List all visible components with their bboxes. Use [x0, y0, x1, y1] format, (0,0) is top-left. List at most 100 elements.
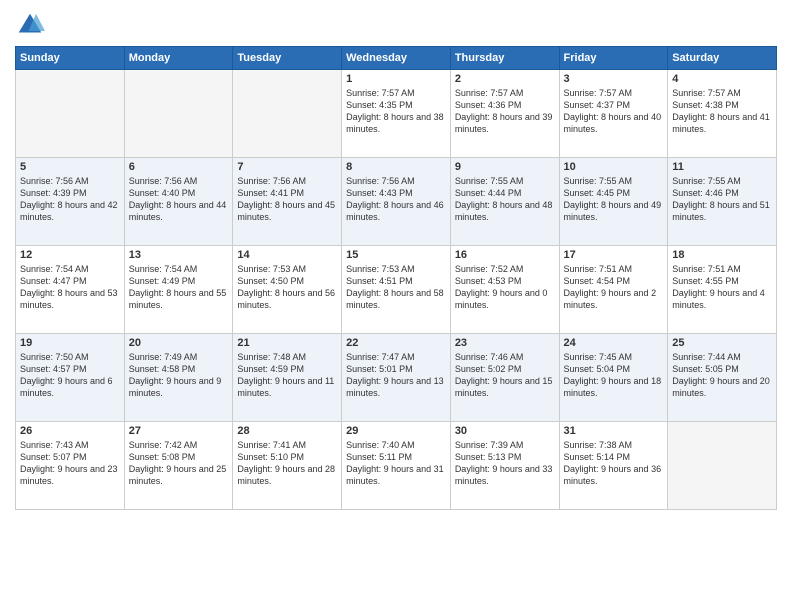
day-number: 23	[455, 337, 555, 349]
day-number: 1	[346, 73, 446, 85]
calendar-cell: 3 Sunrise: 7:57 AM Sunset: 4:37 PM Daylig…	[559, 70, 668, 158]
day-info: Sunrise: 7:39 AM Sunset: 5:13 PM Dayligh…	[455, 439, 555, 488]
day-info: Sunrise: 7:54 AM Sunset: 4:49 PM Dayligh…	[129, 263, 229, 312]
day-number: 27	[129, 425, 229, 437]
day-number: 15	[346, 249, 446, 261]
day-number: 5	[20, 161, 120, 173]
calendar-cell: 28Sunrise: 7:41 AM Sunset: 5:10 PM Dayli…	[233, 422, 342, 510]
calendar-header-wednesday: Wednesday	[342, 47, 451, 70]
calendar-header-friday: Friday	[559, 47, 668, 70]
day-info: Sunrise: 7:48 AM Sunset: 4:59 PM Dayligh…	[237, 351, 337, 400]
calendar-cell: 24 Sunrise: 7:45 AM Sunset: 5:04 PM Dayli…	[559, 334, 668, 422]
logo	[15, 10, 49, 40]
day-number: 24	[564, 337, 664, 349]
day-info: Sunrise: 7:40 AM Sunset: 5:11 PM Dayligh…	[346, 439, 446, 488]
day-number: 16	[455, 249, 555, 261]
calendar-header-monday: Monday	[124, 47, 233, 70]
calendar-week-row: 5 Sunrise: 7:56 AM Sunset: 4:39 PM Daylig…	[16, 158, 777, 246]
calendar-header-tuesday: Tuesday	[233, 47, 342, 70]
calendar-cell: 10Sunrise: 7:55 AM Sunset: 4:45 PM Dayli…	[559, 158, 668, 246]
calendar-week-row: 19 Sunrise: 7:50 AM Sunset: 4:57 PM Dayli…	[16, 334, 777, 422]
day-number: 14	[237, 249, 337, 261]
calendar-cell	[16, 70, 125, 158]
day-info: Sunrise: 7:56 AM Sunset: 4:41 PM Dayligh…	[237, 175, 337, 224]
calendar-cell: 11Sunrise: 7:55 AM Sunset: 4:46 PM Dayli…	[668, 158, 777, 246]
calendar-cell	[233, 70, 342, 158]
calendar-cell: 1 Sunrise: 7:57 AM Sunset: 4:35 PM Daylig…	[342, 70, 451, 158]
calendar-cell: 25Sunrise: 7:44 AM Sunset: 5:05 PM Dayli…	[668, 334, 777, 422]
calendar-cell: 20Sunrise: 7:49 AM Sunset: 4:58 PM Dayli…	[124, 334, 233, 422]
calendar-cell: 14 Sunrise: 7:53 AM Sunset: 4:50 PM Dayli…	[233, 246, 342, 334]
day-info: Sunrise: 7:55 AM Sunset: 4:44 PM Dayligh…	[455, 175, 555, 224]
calendar-cell: 5 Sunrise: 7:56 AM Sunset: 4:39 PM Daylig…	[16, 158, 125, 246]
calendar-cell: 26 Sunrise: 7:43 AM Sunset: 5:07 PM Dayli…	[16, 422, 125, 510]
day-info: Sunrise: 7:45 AM Sunset: 5:04 PM Dayligh…	[564, 351, 664, 400]
calendar-cell: 16 Sunrise: 7:52 AM Sunset: 4:53 PM Dayli…	[450, 246, 559, 334]
calendar-cell: 13 Sunrise: 7:54 AM Sunset: 4:49 PM Dayli…	[124, 246, 233, 334]
calendar-cell: 21 Sunrise: 7:48 AM Sunset: 4:59 PM Dayli…	[233, 334, 342, 422]
calendar-cell: 2Sunrise: 7:57 AM Sunset: 4:36 PM Daylig…	[450, 70, 559, 158]
day-info: Sunrise: 7:53 AM Sunset: 4:51 PM Dayligh…	[346, 263, 446, 312]
day-info: Sunrise: 7:57 AM Sunset: 4:35 PM Dayligh…	[346, 87, 446, 136]
calendar-cell: 30 Sunrise: 7:39 AM Sunset: 5:13 PM Dayli…	[450, 422, 559, 510]
day-info: Sunrise: 7:56 AM Sunset: 4:39 PM Dayligh…	[20, 175, 120, 224]
calendar-cell: 4 Sunrise: 7:57 AM Sunset: 4:38 PM Daylig…	[668, 70, 777, 158]
day-number: 12	[20, 249, 120, 261]
calendar-cell: 29Sunrise: 7:40 AM Sunset: 5:11 PM Dayli…	[342, 422, 451, 510]
logo-icon	[15, 10, 45, 40]
day-number: 19	[20, 337, 120, 349]
day-info: Sunrise: 7:53 AM Sunset: 4:50 PM Dayligh…	[237, 263, 337, 312]
day-info: Sunrise: 7:41 AM Sunset: 5:10 PM Dayligh…	[237, 439, 337, 488]
day-number: 3	[564, 73, 664, 85]
calendar-week-row: 26 Sunrise: 7:43 AM Sunset: 5:07 PM Dayli…	[16, 422, 777, 510]
calendar-cell: 9 Sunrise: 7:55 AM Sunset: 4:44 PM Daylig…	[450, 158, 559, 246]
calendar-cell: 18 Sunrise: 7:51 AM Sunset: 4:55 PM Dayli…	[668, 246, 777, 334]
calendar-cell: 6Sunrise: 7:56 AM Sunset: 4:40 PM Daylig…	[124, 158, 233, 246]
calendar-cell: 31 Sunrise: 7:38 AM Sunset: 5:14 PM Dayli…	[559, 422, 668, 510]
day-number: 20	[129, 337, 229, 349]
day-number: 18	[672, 249, 772, 261]
day-info: Sunrise: 7:54 AM Sunset: 4:47 PM Dayligh…	[20, 263, 120, 312]
day-number: 8	[346, 161, 446, 173]
day-info: Sunrise: 7:50 AM Sunset: 4:57 PM Dayligh…	[20, 351, 120, 400]
calendar-table: SundayMondayTuesdayWednesdayThursdayFrid…	[15, 46, 777, 510]
day-number: 13	[129, 249, 229, 261]
calendar-header-thursday: Thursday	[450, 47, 559, 70]
day-info: Sunrise: 7:38 AM Sunset: 5:14 PM Dayligh…	[564, 439, 664, 488]
day-number: 26	[20, 425, 120, 437]
day-info: Sunrise: 7:51 AM Sunset: 4:54 PM Dayligh…	[564, 263, 664, 312]
page: SundayMondayTuesdayWednesdayThursdayFrid…	[0, 0, 792, 520]
day-number: 31	[564, 425, 664, 437]
day-info: Sunrise: 7:57 AM Sunset: 4:38 PM Dayligh…	[672, 87, 772, 136]
day-number: 4	[672, 73, 772, 85]
calendar-cell: 22Sunrise: 7:47 AM Sunset: 5:01 PM Dayli…	[342, 334, 451, 422]
day-number: 25	[672, 337, 772, 349]
calendar-week-row: 12 Sunrise: 7:54 AM Sunset: 4:47 PM Dayli…	[16, 246, 777, 334]
calendar-cell: 12 Sunrise: 7:54 AM Sunset: 4:47 PM Dayli…	[16, 246, 125, 334]
day-number: 30	[455, 425, 555, 437]
day-info: Sunrise: 7:52 AM Sunset: 4:53 PM Dayligh…	[455, 263, 555, 312]
day-info: Sunrise: 7:46 AM Sunset: 5:02 PM Dayligh…	[455, 351, 555, 400]
header	[15, 10, 777, 40]
day-info: Sunrise: 7:43 AM Sunset: 5:07 PM Dayligh…	[20, 439, 120, 488]
day-info: Sunrise: 7:56 AM Sunset: 4:43 PM Dayligh…	[346, 175, 446, 224]
calendar-cell: 27 Sunrise: 7:42 AM Sunset: 5:08 PM Dayli…	[124, 422, 233, 510]
day-number: 9	[455, 161, 555, 173]
calendar-cell: 7 Sunrise: 7:56 AM Sunset: 4:41 PM Daylig…	[233, 158, 342, 246]
day-number: 7	[237, 161, 337, 173]
calendar-cell: 17 Sunrise: 7:51 AM Sunset: 4:54 PM Dayli…	[559, 246, 668, 334]
day-info: Sunrise: 7:55 AM Sunset: 4:45 PM Dayligh…	[564, 175, 664, 224]
calendar-week-row: 1 Sunrise: 7:57 AM Sunset: 4:35 PM Daylig…	[16, 70, 777, 158]
day-number: 2	[455, 73, 555, 85]
day-number: 11	[672, 161, 772, 173]
calendar-cell	[668, 422, 777, 510]
calendar-cell: 8 Sunrise: 7:56 AM Sunset: 4:43 PM Daylig…	[342, 158, 451, 246]
calendar-cell: 23 Sunrise: 7:46 AM Sunset: 5:02 PM Dayli…	[450, 334, 559, 422]
day-info: Sunrise: 7:51 AM Sunset: 4:55 PM Dayligh…	[672, 263, 772, 312]
day-number: 17	[564, 249, 664, 261]
day-info: Sunrise: 7:42 AM Sunset: 5:08 PM Dayligh…	[129, 439, 229, 488]
calendar-header-row: SundayMondayTuesdayWednesdayThursdayFrid…	[16, 47, 777, 70]
day-number: 21	[237, 337, 337, 349]
day-number: 6	[129, 161, 229, 173]
day-info: Sunrise: 7:57 AM Sunset: 4:37 PM Dayligh…	[564, 87, 664, 136]
